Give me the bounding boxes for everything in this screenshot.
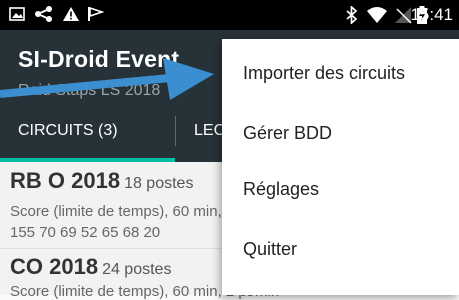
circuit-title: RB O 2018 18 postes <box>10 168 193 194</box>
menu-item-gerer-bdd[interactable]: Gérer BDD <box>243 123 332 144</box>
circuit-meta: 18 postes <box>124 175 194 192</box>
status-bar: 15:41 <box>0 0 459 30</box>
menu-item-quitter[interactable]: Quitter <box>243 239 297 260</box>
image-icon <box>9 6 25 24</box>
menu-item-importer-circuits[interactable]: Importer des circuits <box>243 63 405 84</box>
annotation-arrow-icon <box>0 58 214 100</box>
bluetooth-icon <box>345 5 359 25</box>
overflow-menu: Importer des circuits Gérer BDD Réglages… <box>222 39 459 295</box>
no-signal-icon <box>394 6 412 24</box>
wifi-icon <box>366 6 388 24</box>
clock: 15:41 <box>410 5 453 24</box>
circuit-controls: 155 70 69 52 65 68 20 <box>10 224 161 241</box>
circuit-name: RB O 2018 <box>10 168 121 193</box>
share-icon <box>34 6 54 24</box>
circuit-name: CO 2018 <box>10 254 99 279</box>
flag-icon <box>87 6 105 24</box>
warning-icon <box>62 6 80 24</box>
circuit-meta: 24 postes <box>102 261 172 278</box>
tab-divider <box>175 116 176 146</box>
menu-item-reglages[interactable]: Réglages <box>243 179 319 200</box>
circuit-title: CO 2018 24 postes <box>10 254 171 280</box>
